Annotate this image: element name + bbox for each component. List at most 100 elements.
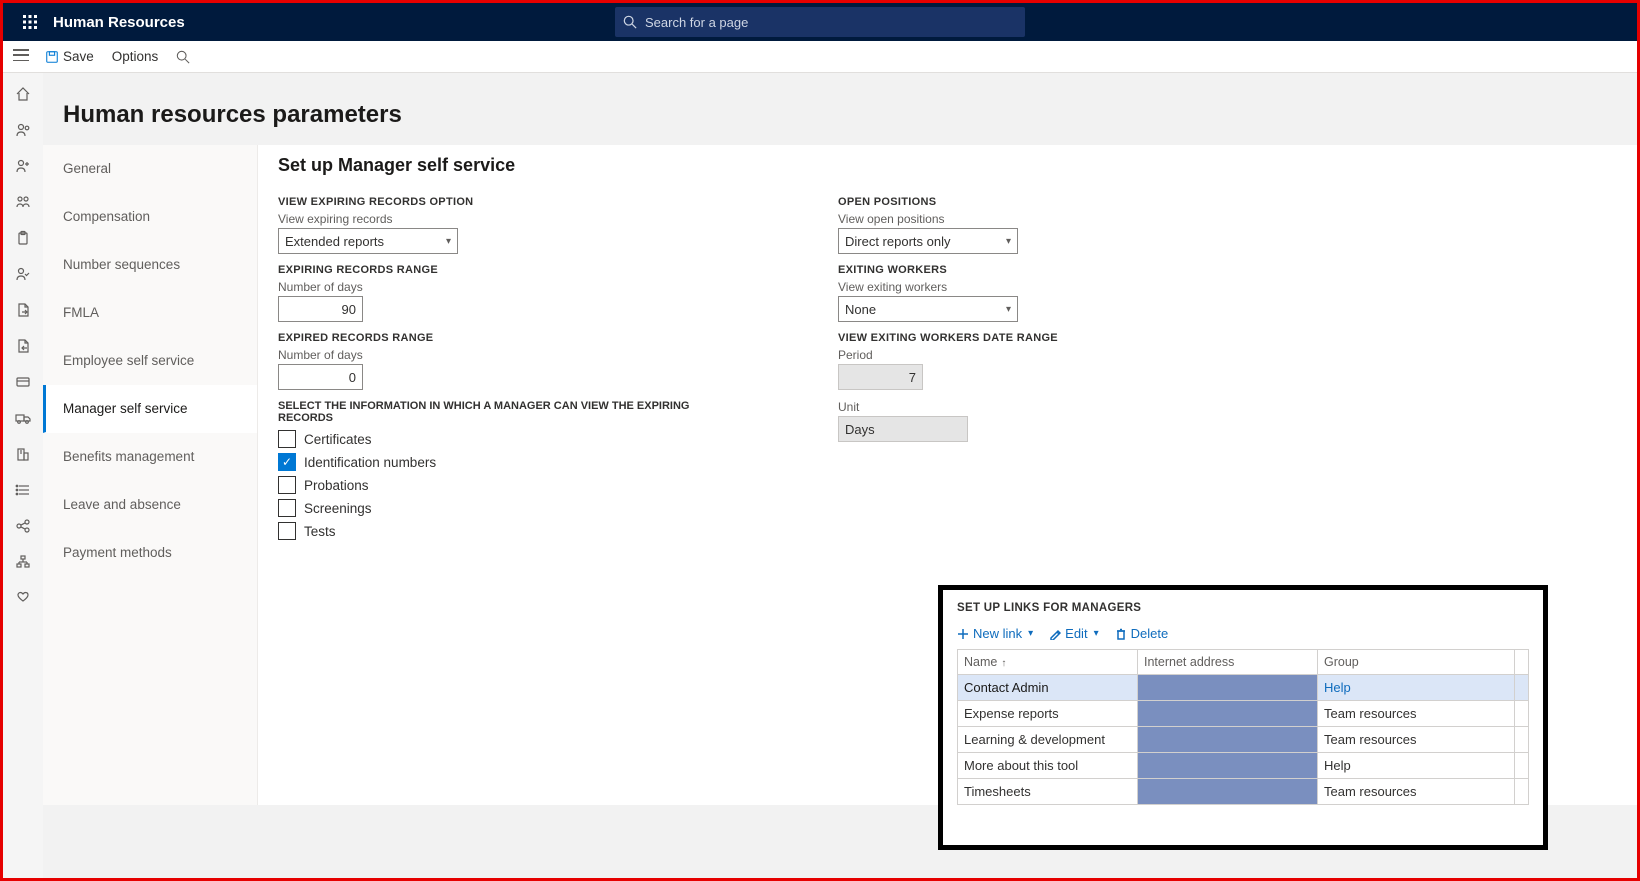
open-pos-dropdown[interactable]: Direct reports only ▾ <box>838 228 1018 254</box>
chk-idnum[interactable] <box>278 453 296 471</box>
links-toolbar: New link ▾ Edit ▾ Delete <box>957 626 1529 641</box>
cell-addr[interactable] <box>1138 753 1318 779</box>
clipboard-icon[interactable] <box>14 229 32 247</box>
chk-prob-label: Probations <box>304 478 369 493</box>
edit-label: Edit <box>1065 626 1087 641</box>
period-input[interactable]: 7 <box>838 364 923 390</box>
table-row[interactable]: Learning & development Team resources <box>958 727 1529 753</box>
tab-ess[interactable]: Employee self service <box>43 337 257 385</box>
waffle-icon[interactable] <box>11 3 49 41</box>
form-body: Set up Manager self service VIEW EXPIRIN… <box>258 145 1637 805</box>
tab-compensation[interactable]: Compensation <box>43 193 257 241</box>
left-rail <box>3 73 43 878</box>
cell-addr[interactable] <box>1138 779 1318 805</box>
view-expiring-dropdown[interactable]: Extended reports ▾ <box>278 228 458 254</box>
truck-icon[interactable] <box>14 409 32 427</box>
tab-payment[interactable]: Payment methods <box>43 529 257 577</box>
col-name[interactable]: Name↑ <box>958 650 1138 675</box>
edit-button[interactable]: Edit ▾ <box>1049 626 1098 641</box>
links-table: Name↑ Internet address Group Contact Adm… <box>957 649 1529 805</box>
pencil-icon <box>1049 628 1061 640</box>
group-view-expiring-title: VIEW EXPIRING RECORDS OPTION <box>278 196 698 208</box>
trash-icon <box>1115 628 1127 640</box>
group-icon[interactable] <box>14 193 32 211</box>
exiting-label: View exiting workers <box>838 280 1258 294</box>
cell-addr[interactable] <box>1138 675 1318 701</box>
col-addr[interactable]: Internet address <box>1138 650 1318 675</box>
new-link-button[interactable]: New link ▾ <box>957 626 1033 641</box>
col-spacer <box>1515 650 1529 675</box>
cell-group[interactable]: Help <box>1318 753 1515 779</box>
list-icon[interactable] <box>14 481 32 499</box>
chk-cert[interactable] <box>278 430 296 448</box>
heart-tag-icon[interactable] <box>14 589 32 607</box>
form-col-left: VIEW EXPIRING RECORDS OPTION View expiri… <box>278 190 698 545</box>
table-row[interactable]: More about this tool Help <box>958 753 1529 779</box>
person-check-icon[interactable] <box>14 265 32 283</box>
select-info-title: SELECT THE INFORMATION IN WHICH A MANAGE… <box>278 400 698 424</box>
cell-name[interactable]: Contact Admin <box>958 675 1138 701</box>
cell-group[interactable]: Team resources <box>1318 779 1515 805</box>
table-row[interactable]: Timesheets Team resources <box>958 779 1529 805</box>
unit-input[interactable]: Days <box>838 416 968 442</box>
col-group[interactable]: Group <box>1318 650 1515 675</box>
tab-mss[interactable]: Manager self service <box>43 385 257 433</box>
period-label: Period <box>838 348 1258 362</box>
cell-spacer <box>1515 753 1529 779</box>
main-panel: General Compensation Number sequences FM… <box>43 145 1637 805</box>
cell-addr[interactable] <box>1138 701 1318 727</box>
group-exiting-range-title: VIEW EXITING WORKERS DATE RANGE <box>838 332 1258 344</box>
expired-days-input[interactable]: 0 <box>278 364 363 390</box>
tab-number-sequences[interactable]: Number sequences <box>43 241 257 289</box>
chk-prob[interactable] <box>278 476 296 494</box>
tab-fmla[interactable]: FMLA <box>43 289 257 337</box>
exiting-dropdown[interactable]: None ▾ <box>838 296 1018 322</box>
people-icon[interactable] <box>14 121 32 139</box>
tab-nav: General Compensation Number sequences FM… <box>43 145 258 805</box>
group-expiring-range-title: EXPIRING RECORDS RANGE <box>278 264 698 276</box>
expiring-days-input[interactable]: 90 <box>278 296 363 322</box>
chk-scr[interactable] <box>278 499 296 517</box>
document-in-icon[interactable] <box>14 337 32 355</box>
cell-spacer <box>1515 727 1529 753</box>
building-icon[interactable] <box>14 445 32 463</box>
cell-spacer <box>1515 779 1529 805</box>
sort-asc-icon: ↑ <box>1001 658 1006 669</box>
person-add-icon[interactable] <box>14 157 32 175</box>
save-icon <box>45 50 59 64</box>
tab-benefits[interactable]: Benefits management <box>43 433 257 481</box>
options-button[interactable]: Options <box>112 49 159 64</box>
chk-test[interactable] <box>278 522 296 540</box>
save-label: Save <box>63 49 94 64</box>
chevron-down-icon: ▾ <box>1094 628 1099 639</box>
share-icon[interactable] <box>14 517 32 535</box>
org-icon[interactable] <box>14 553 32 571</box>
cell-name[interactable]: Learning & development <box>958 727 1138 753</box>
cell-name[interactable]: Expense reports <box>958 701 1138 727</box>
cell-group[interactable]: Team resources <box>1318 727 1515 753</box>
open-pos-label: View open positions <box>838 212 1258 226</box>
card-icon[interactable] <box>14 373 32 391</box>
global-search[interactable]: Search for a page <box>615 7 1025 37</box>
cell-name[interactable]: More about this tool <box>958 753 1138 779</box>
actionbar-search[interactable] <box>176 50 190 64</box>
cell-addr[interactable] <box>1138 727 1318 753</box>
top-nav: Human Resources Search for a page <box>3 3 1637 41</box>
save-button[interactable]: Save <box>45 49 94 64</box>
page-title: Human resources parameters <box>43 73 1637 145</box>
table-row[interactable]: Contact Admin Help <box>958 675 1529 701</box>
table-row[interactable]: Expense reports Team resources <box>958 701 1529 727</box>
nav-toggle[interactable] <box>13 49 31 63</box>
delete-button[interactable]: Delete <box>1115 626 1169 641</box>
unit-label: Unit <box>838 400 1258 414</box>
tab-leave[interactable]: Leave and absence <box>43 481 257 529</box>
app-name: Human Resources <box>53 14 185 31</box>
cell-group[interactable]: Team resources <box>1318 701 1515 727</box>
home-icon[interactable] <box>14 85 32 103</box>
cell-group[interactable]: Help <box>1318 675 1515 701</box>
cell-name[interactable]: Timesheets <box>958 779 1138 805</box>
chk-idnum-label: Identification numbers <box>304 455 436 470</box>
document-out-icon[interactable] <box>14 301 32 319</box>
tab-general[interactable]: General <box>43 145 257 193</box>
group-exiting-title: EXITING WORKERS <box>838 264 1258 276</box>
